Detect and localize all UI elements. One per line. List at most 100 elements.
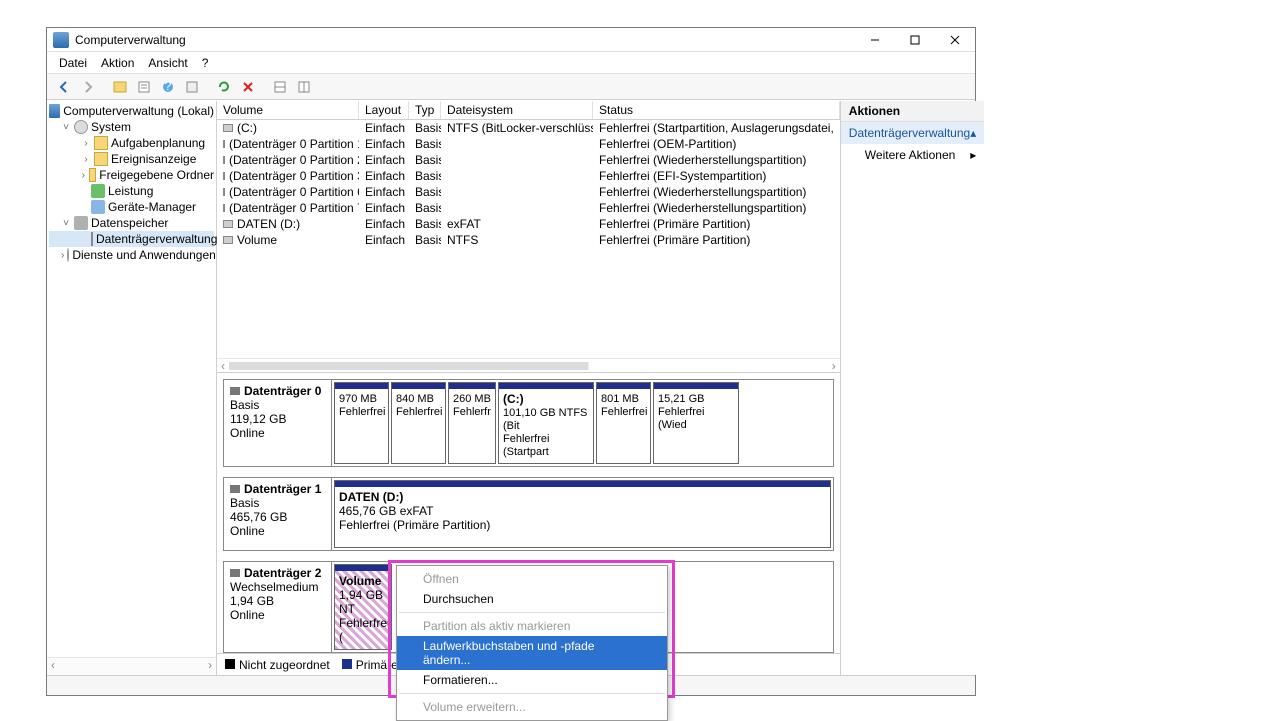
col-layout[interactable]: Layout [359,101,409,119]
menubar: Datei Aktion Ansicht ? [47,52,975,74]
disk-icon [230,569,240,577]
volume-grid: Volume Layout Typ Dateisystem Status (C:… [217,101,840,373]
disk-0-partition-1[interactable]: 840 MBFehlerfrei [391,382,446,464]
expand-icon[interactable]: › [81,154,91,165]
tree-leistung[interactable]: Leistung [49,183,214,199]
actions-dtv[interactable]: Datenträgerverwaltung▴ [841,122,984,144]
tree-datentraegerverwaltung[interactable]: Datenträgerverwaltung [49,231,214,247]
context-browse[interactable]: Durchsuchen [397,589,667,609]
menu-help[interactable]: ? [202,56,209,70]
volume-row[interactable]: Volume Einfach Basis NTFS Fehlerfrei (Pr… [217,232,840,248]
tree-ereignisanzeige[interactable]: ›Ereignisanzeige [49,151,214,167]
expand-icon[interactable]: › [81,170,86,181]
volume-row[interactable]: (Datenträger 0 Partition 2) Einfach Basi… [217,152,840,168]
delete-button[interactable] [237,76,259,98]
volume-icon [223,140,225,148]
close-button[interactable] [935,28,975,52]
disk-0-partition-2[interactable]: 260 MBFehlerfr [448,382,496,464]
app-icon [53,32,69,48]
disk-0-partition-3[interactable]: (C:)101,10 GB NTFS (BitFehlerfrei (Start… [498,382,594,464]
col-dateisystem[interactable]: Dateisystem [441,101,593,119]
disk-0-block[interactable]: Datenträger 0 Basis 119,12 GB Online 970… [223,379,834,467]
disk-0-partition-0[interactable]: 970 MBFehlerfrei [334,382,389,464]
forward-button[interactable] [77,76,99,98]
col-volume[interactable]: Volume [217,101,359,119]
disk-mgmt-icon [91,232,93,246]
actions-more[interactable]: Weitere Aktionen▸ [841,144,984,166]
disk-0-partition-4[interactable]: 801 MBFehlerfrei [596,382,651,464]
disk-icon [230,387,240,395]
disk-2-partition-volume[interactable]: Volume 1,94 GB NT Fehlerfrei ( [334,564,392,650]
storage-icon [74,216,88,230]
context-menu: Öffnen Durchsuchen Partition als aktiv m… [396,565,668,721]
settings-button[interactable] [181,76,203,98]
list-view-button[interactable] [269,76,291,98]
context-change-drive-letter[interactable]: Laufwerkbuchstaben und -pfade ändern... [397,636,667,670]
tree-root[interactable]: Computerverwaltung (Lokal) [49,103,214,119]
collapse-icon[interactable]: ˅ [61,122,71,133]
volume-icon [223,156,225,164]
volume-icon [223,188,225,196]
svg-text:?: ? [165,80,172,93]
shares-icon [89,168,97,182]
tree-freigegebene-ordner[interactable]: ›Freigegebene Ordner [49,167,214,183]
tree-datenspeicher[interactable]: ˅Datenspeicher [49,215,214,231]
computer-icon [49,104,60,118]
grid-h-scrollbar[interactable]: ‹› [217,358,840,372]
tree-aufgabenplanung[interactable]: ›Aufgabenplanung [49,135,214,151]
tree-scrollbar[interactable]: ‹› [47,657,216,675]
disk-0-partition-5[interactable]: 15,21 GBFehlerfrei (Wied [653,382,739,464]
volume-row[interactable]: (Datenträger 0 Partition 6) Einfach Basi… [217,184,840,200]
context-extend-volume[interactable]: Volume erweitern... [397,697,667,717]
volume-row[interactable]: (Datenträger 0 Partition 7) Einfach Basi… [217,200,840,216]
volume-icon [223,204,225,212]
legend-unallocated: Nicht zugeordnet [225,658,330,672]
gear-icon [74,120,88,134]
maximize-button[interactable] [895,28,935,52]
context-format[interactable]: Formatieren... [397,670,667,690]
context-mark-active[interactable]: Partition als aktiv markieren [397,616,667,636]
disk-1-partition-daten[interactable]: DATEN (D:) 465,76 GB exFAT Fehlerfrei (P… [334,480,831,548]
titlebar[interactable]: Computerverwaltung [47,28,975,52]
tree-geraete-manager[interactable]: Geräte-Manager [49,199,214,215]
disk-icon [230,485,240,493]
volume-icon [223,124,233,132]
volume-icon [223,172,225,180]
grid-header: Volume Layout Typ Dateisystem Status [217,101,840,120]
col-typ[interactable]: Typ [409,101,441,119]
expand-icon[interactable]: › [81,138,91,149]
disk-0-info: Datenträger 0 Basis 119,12 GB Online [224,380,332,466]
volume-row[interactable]: (Datenträger 0 Partition 1) Einfach Basi… [217,136,840,152]
disk-1-block[interactable]: Datenträger 1 Basis 465,76 GB Online DAT… [223,477,834,551]
chevron-up-icon: ▴ [970,126,976,140]
tree-dienste[interactable]: ›Dienste und Anwendungen [49,247,214,263]
back-button[interactable] [53,76,75,98]
expand-icon[interactable]: › [61,250,64,261]
performance-icon [91,184,105,198]
context-open[interactable]: Öffnen [397,569,667,589]
collapse-icon[interactable]: ˅ [61,218,71,229]
actions-header: Aktionen [841,101,984,122]
eventlog-icon [94,152,108,166]
scheduler-icon [94,136,108,150]
volume-row[interactable]: (Datenträger 0 Partition 3) Einfach Basi… [217,168,840,184]
disk-1-info: Datenträger 1 Basis 465,76 GB Online [224,478,332,550]
volume-row[interactable]: DATEN (D:) Einfach Basis exFAT Fehlerfre… [217,216,840,232]
volume-row[interactable]: (C:) Einfach Basis NTFS (BitLocker-versc… [217,120,840,136]
tree-panel: Computerverwaltung (Lokal) ˅System ›Aufg… [47,101,217,675]
help-button[interactable]: ? [157,76,179,98]
detail-view-button[interactable] [293,76,315,98]
menu-aktion[interactable]: Aktion [101,56,134,70]
properties-button[interactable] [133,76,155,98]
show-hide-tree-button[interactable] [109,76,131,98]
menu-ansicht[interactable]: Ansicht [148,56,187,70]
col-status[interactable]: Status [593,101,840,119]
window-title: Computerverwaltung [75,33,855,47]
minimize-button[interactable] [855,28,895,52]
device-manager-icon [91,200,105,214]
menu-datei[interactable]: Datei [59,56,87,70]
tree-system[interactable]: ˅System [49,119,214,135]
refresh-button[interactable] [213,76,235,98]
volume-icon [223,220,233,228]
actions-panel: Aktionen Datenträgerverwaltung▴ Weitere … [841,101,984,675]
